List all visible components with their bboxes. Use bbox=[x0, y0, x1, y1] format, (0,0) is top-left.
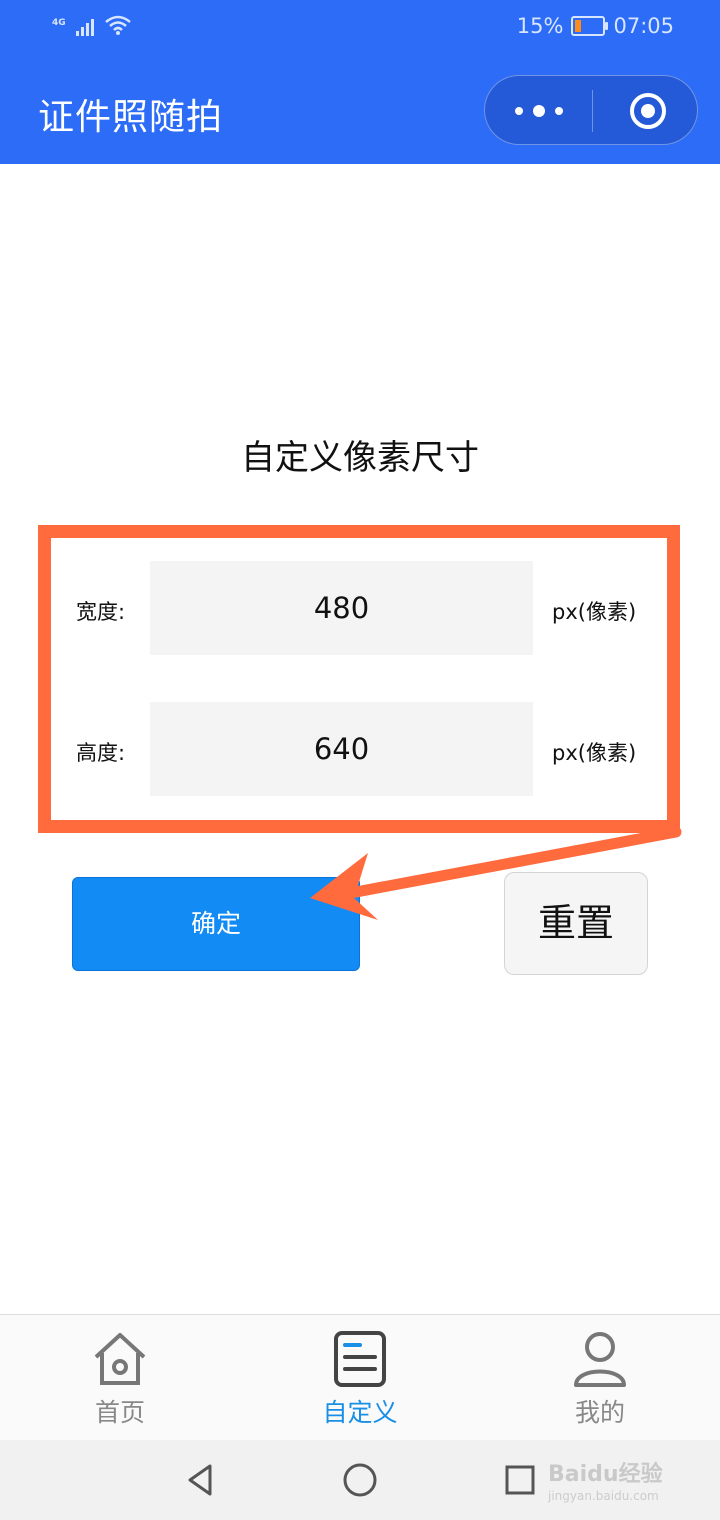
signal-icon bbox=[75, 16, 94, 36]
document-icon bbox=[334, 1331, 386, 1387]
tab-home-label: 首页 bbox=[94, 1398, 145, 1427]
wifi-icon bbox=[104, 15, 131, 35]
back-icon[interactable] bbox=[180, 1460, 220, 1500]
more-icon[interactable] bbox=[515, 102, 563, 120]
reset-button[interactable]: 重置 bbox=[504, 872, 648, 975]
user-icon bbox=[574, 1332, 626, 1387]
signal-group: 4G bbox=[52, 14, 132, 36]
network-type: 4G bbox=[52, 18, 66, 28]
status-bar: 4G 15% 07:05 bbox=[0, 0, 720, 58]
battery-icon bbox=[571, 16, 609, 36]
home-circle-icon[interactable] bbox=[340, 1460, 380, 1500]
recents-icon[interactable] bbox=[500, 1460, 540, 1500]
close-target-icon[interactable] bbox=[628, 91, 668, 131]
app-title: 证件照随拍 bbox=[38, 97, 224, 138]
height-input[interactable] bbox=[150, 702, 533, 796]
tab-custom-label: 自定义 bbox=[322, 1398, 398, 1427]
clock: 07:05 bbox=[613, 14, 674, 38]
width-input[interactable] bbox=[150, 561, 533, 655]
watermark-url: jingyan.baidu.com bbox=[548, 1489, 659, 1503]
battery-percent: 15% bbox=[516, 14, 564, 38]
capsule-divider bbox=[592, 90, 593, 132]
home-icon bbox=[94, 1333, 146, 1385]
navigation-bar: 证件照随拍 bbox=[0, 58, 720, 164]
page-heading: 自定义像素尺寸 bbox=[241, 438, 479, 478]
tab-profile[interactable]: 我的 bbox=[520, 1315, 680, 1441]
height-unit: px(像素) bbox=[552, 741, 637, 765]
watermark: Baidu经验 bbox=[548, 1462, 663, 1487]
tab-home[interactable]: 首页 bbox=[40, 1315, 200, 1441]
tab-custom[interactable]: 自定义 bbox=[280, 1315, 440, 1441]
tab-bar: 首页 自定义 我的 bbox=[0, 1314, 720, 1440]
status-right: 15% 07:05 bbox=[517, 14, 674, 38]
mini-program-capsule bbox=[484, 75, 698, 145]
confirm-button[interactable]: 确定 bbox=[72, 877, 360, 971]
tab-profile-label: 我的 bbox=[574, 1398, 625, 1427]
width-label: 宽度: bbox=[76, 600, 126, 624]
height-label: 高度: bbox=[76, 741, 126, 765]
width-unit: px(像素) bbox=[552, 600, 637, 624]
size-form-highlight: 宽度: px(像素) 高度: px(像素) bbox=[38, 525, 680, 833]
